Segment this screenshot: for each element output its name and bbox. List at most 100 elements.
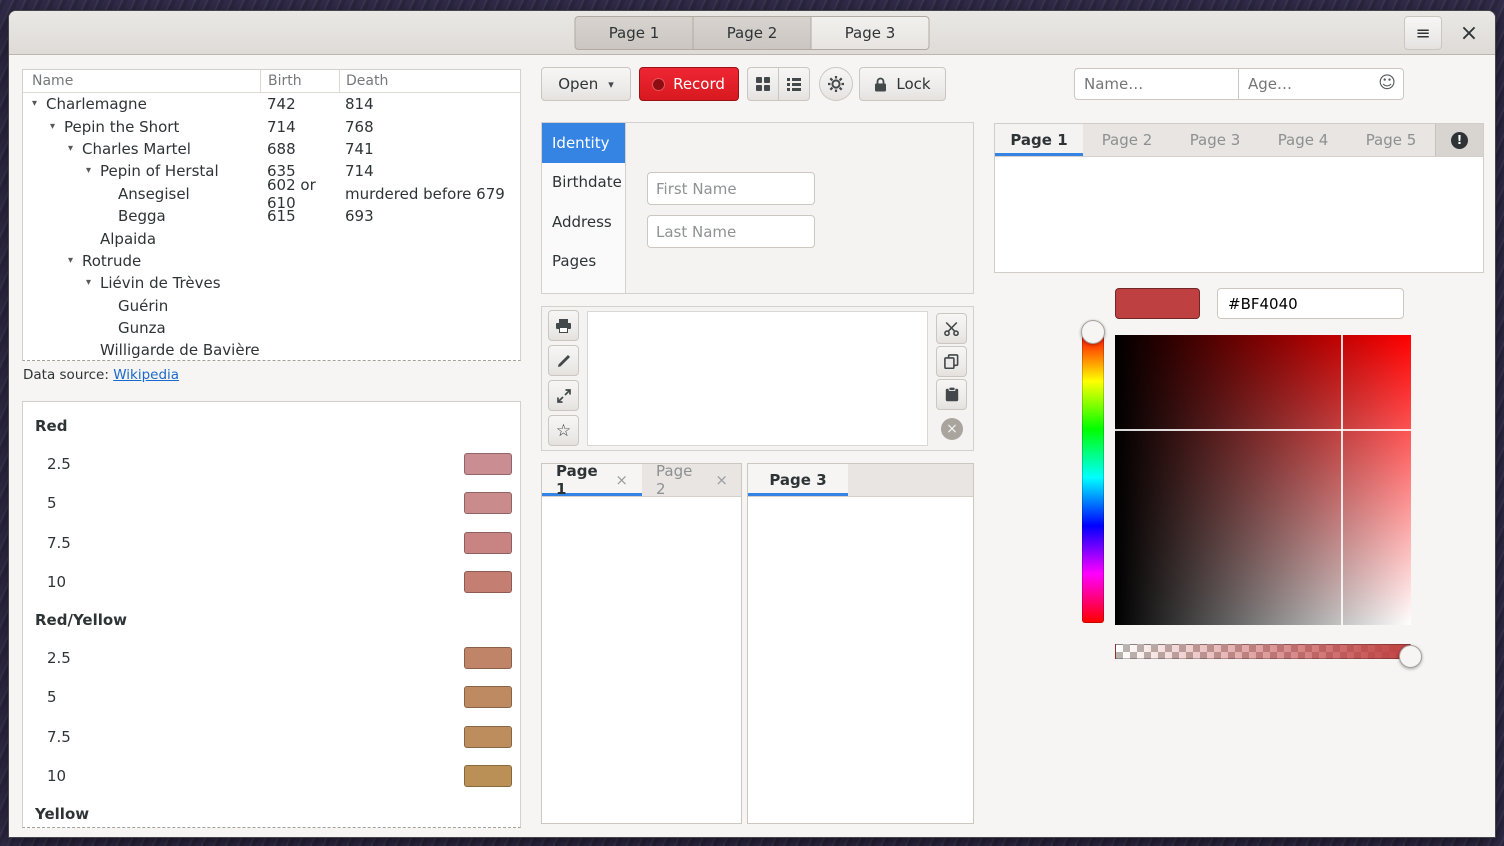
saturation-value-plane[interactable] — [1115, 335, 1411, 625]
cut-button[interactable] — [936, 313, 967, 344]
sidebar-item-identity[interactable]: Identity — [542, 123, 625, 163]
tree-row[interactable]: ▾Liévin de Trèves — [23, 272, 520, 294]
sidebar-item-birthdate[interactable]: Birthdate — [542, 163, 625, 203]
copy-button[interactable] — [936, 346, 967, 377]
color-row[interactable]: 10 — [23, 563, 520, 603]
color-row-label: 5 — [47, 688, 57, 706]
tab-close-icon[interactable]: × — [715, 471, 728, 489]
column-header-name[interactable]: Name — [23, 70, 260, 92]
tree-row[interactable]: Willigarde de Bavière — [23, 339, 520, 361]
sidebar-item-address[interactable]: Address — [542, 202, 625, 242]
copy-icon — [944, 354, 959, 369]
tree-cell-death: 768 — [339, 118, 520, 136]
cancel-icon[interactable]: × — [941, 418, 963, 440]
tree-name-text: Rotrude — [82, 252, 141, 270]
tree-row[interactable]: Guérin — [23, 295, 520, 317]
column-header-death[interactable]: Death — [339, 70, 520, 92]
color-row[interactable]: 5 — [23, 678, 520, 718]
tree-name-text: Begga — [118, 207, 166, 225]
color-list: Red2.557.510Red/Yellow2.557.510Yellow — [22, 401, 521, 828]
header-tab[interactable]: Page 3 — [811, 16, 930, 50]
color-row[interactable]: 7.5 — [23, 717, 520, 757]
color-row[interactable]: 10 — [23, 757, 520, 797]
expander-icon[interactable]: ▾ — [86, 166, 100, 176]
color-section-title: Red — [23, 408, 520, 444]
alpha-slider-handle[interactable] — [1399, 645, 1422, 668]
color-row[interactable]: 2.5 — [23, 638, 520, 678]
color-swatch — [464, 686, 512, 708]
expander-icon[interactable]: ▾ — [86, 278, 100, 288]
edit-button[interactable] — [548, 345, 579, 376]
expander-icon[interactable]: ▾ — [50, 122, 64, 132]
tree-cell-death: 814 — [339, 95, 520, 113]
color-row-label: 2.5 — [47, 455, 71, 473]
notebook-tab[interactable]: Page 2× — [642, 464, 742, 496]
lock-button[interactable]: Lock — [859, 67, 946, 101]
tree-row[interactable]: ▾Charles Martel688741 — [23, 138, 520, 160]
tree-row[interactable]: Gunza — [23, 317, 520, 339]
notebook-tab[interactable]: Page 1× — [542, 464, 642, 496]
tree-row[interactable]: Alpaida — [23, 227, 520, 249]
selected-color-swatch[interactable] — [1115, 288, 1200, 319]
last-name-field[interactable] — [647, 215, 815, 248]
tree-row[interactable]: ▾Charlemagne742814 — [23, 93, 520, 115]
print-icon — [556, 319, 571, 333]
fullscreen-button[interactable] — [548, 380, 579, 411]
notebook-tab[interactable]: Page 3 — [748, 464, 848, 496]
right-tab[interactable]: Page 2 — [1083, 124, 1171, 156]
sidebar-item-pages[interactable]: Pages — [542, 242, 625, 282]
close-button[interactable]: × — [1452, 16, 1486, 50]
right-tab[interactable]: Page 4 — [1259, 124, 1347, 156]
color-swatch — [464, 532, 512, 554]
paste-icon — [945, 387, 959, 402]
grid-view-button[interactable] — [747, 67, 779, 101]
settings-button[interactable] — [819, 67, 853, 101]
tree-name-text: Gunza — [118, 319, 166, 337]
tree-row[interactable]: ▾Pepin the Short714768 — [23, 115, 520, 137]
list-view-button[interactable] — [778, 67, 810, 101]
expander-icon[interactable]: ▾ — [32, 99, 46, 109]
hue-slider-handle[interactable] — [1081, 320, 1105, 344]
right-tab[interactable]: Page 3 — [1171, 124, 1259, 156]
favorite-button[interactable]: ☆ — [548, 415, 579, 446]
color-row[interactable]: 7.5 — [23, 523, 520, 563]
lock-button-label: Lock — [896, 75, 930, 93]
header-tab[interactable]: Page 1 — [575, 16, 694, 50]
color-swatch — [464, 453, 512, 475]
hex-color-input[interactable] — [1217, 288, 1404, 319]
tree-column-headers: Name Birth Death — [23, 70, 520, 93]
right-tab[interactable]: Page 5 — [1347, 124, 1435, 156]
tree-row[interactable]: Begga615693 — [23, 205, 520, 227]
paste-button[interactable] — [936, 379, 967, 410]
color-row-label: 5 — [47, 494, 57, 512]
error-icon[interactable]: ! — [1451, 132, 1468, 149]
right-tab[interactable]: Page 1 — [995, 124, 1083, 156]
header-tab[interactable]: Page 2 — [693, 16, 812, 50]
record-button[interactable]: Record — [639, 67, 739, 101]
canvas-area[interactable] — [587, 311, 928, 446]
first-name-field[interactable] — [647, 172, 815, 205]
smiley-icon[interactable]: ☺ — [1378, 73, 1396, 93]
print-button[interactable] — [548, 310, 579, 341]
hue-slider[interactable] — [1082, 332, 1104, 623]
expander-icon[interactable]: ▾ — [68, 144, 82, 154]
record-button-label: Record — [673, 75, 725, 93]
tree-row[interactable]: Ansegisel602 or 610murdered before 679 — [23, 183, 520, 205]
tree-name-text: Willigarde de Bavière — [100, 341, 260, 359]
tree-cell-name: ▾Pepin of Herstal — [23, 162, 260, 180]
tab-close-icon[interactable]: × — [615, 471, 628, 489]
color-row[interactable]: 2.5 — [23, 444, 520, 484]
family-tree: Name Birth Death ▾Charlemagne742814▾Pepi… — [22, 69, 521, 361]
alpha-slider[interactable] — [1115, 644, 1411, 659]
notebook-right: Page 3 — [747, 463, 974, 824]
wikipedia-link[interactable]: Wikipedia — [113, 367, 179, 383]
tree-row[interactable]: ▾Rotrude — [23, 250, 520, 272]
column-header-birth[interactable]: Birth — [260, 70, 339, 92]
open-button[interactable]: Open ▾ — [541, 67, 631, 101]
tree-cell-name: ▾Charles Martel — [23, 140, 260, 158]
name-input[interactable] — [1074, 68, 1239, 100]
menu-button[interactable]: ≡ — [1404, 16, 1442, 50]
color-row[interactable]: 5 — [23, 484, 520, 524]
expander-icon[interactable]: ▾ — [68, 256, 82, 266]
headerbar: Page 1Page 2Page 3 ≡ × — [9, 11, 1495, 55]
